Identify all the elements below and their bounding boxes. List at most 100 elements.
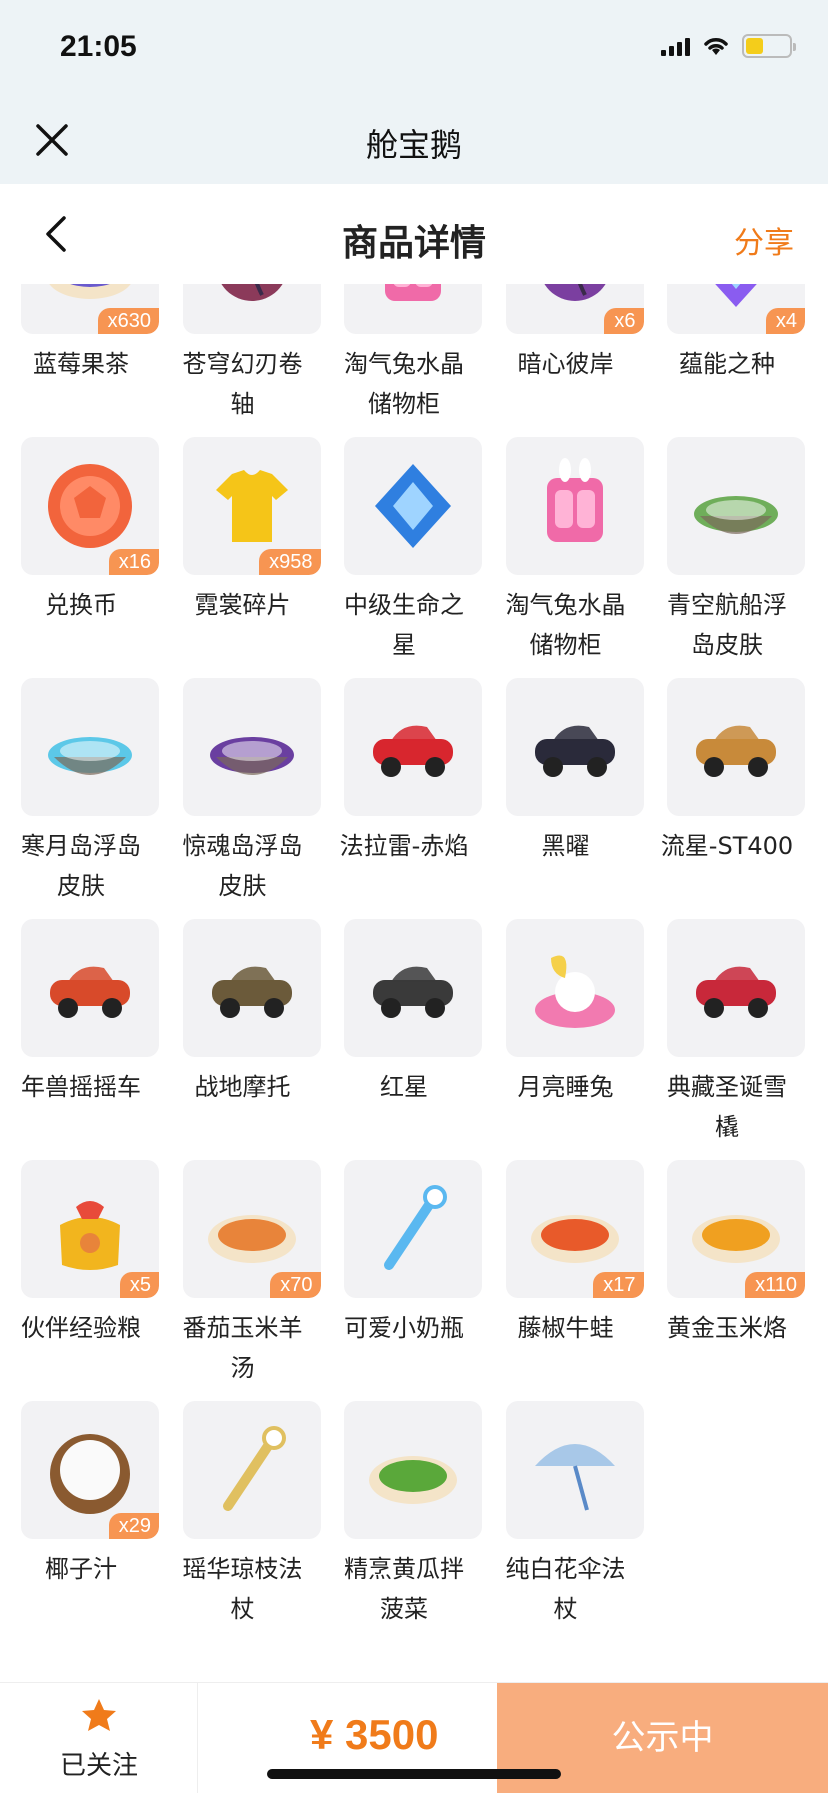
item-name: 兑换币 [45, 591, 117, 619]
corn-cake-icon [692, 1215, 780, 1263]
item-count-badge: x29 [108, 1513, 159, 1539]
share-button[interactable]: 分享 [734, 218, 794, 262]
status-icons [661, 34, 796, 58]
haunted-island-icon [209, 737, 294, 775]
soup-icon [207, 1215, 296, 1263]
item-thumbnail[interactable] [344, 1160, 482, 1298]
item-name: 番茄玉米羊汤 [182, 1314, 303, 1382]
item-name: 法拉雷-赤焰 [339, 832, 469, 860]
wifi-icon [704, 38, 728, 55]
item-thumbnail[interactable] [21, 919, 159, 1057]
coconut-icon [50, 1434, 130, 1514]
item-name: 椰子汁 [45, 1555, 117, 1583]
item-count-badge: x4 [765, 308, 805, 334]
item-name: 藤椒牛蛙 [517, 1314, 614, 1342]
item-name: 苍穹幻刃卷轴 [182, 350, 303, 418]
item-name: 淘气兔水晶储物柜 [505, 591, 626, 659]
star-icon [82, 1699, 116, 1731]
umbrella-staff-icon [534, 1444, 615, 1511]
item-count-badge: x6 [604, 308, 644, 334]
item-thumbnail[interactable]: x70 [182, 1160, 321, 1298]
coin-icon [48, 464, 132, 548]
item-name: 蓝莓果茶 [33, 350, 129, 378]
item-name: 月亮睡兔 [517, 1073, 614, 1101]
item-name: 暗心彼岸 [517, 350, 614, 378]
item-thumbnail[interactable] [344, 437, 482, 575]
battery-icon [742, 34, 796, 58]
red-car-icon [373, 725, 453, 777]
item-thumbnail[interactable] [21, 678, 159, 816]
salad-icon [369, 1456, 457, 1504]
item-thumbnail[interactable] [344, 1401, 482, 1539]
item-thumbnail[interactable] [182, 919, 321, 1057]
status-time: 21:05 [60, 30, 137, 63]
reward-item-grid: x630 蓝莓果茶 苍穹幻刃卷轴 淘气兔水晶储物柜 x6 暗心彼岸 x4 蕴能之种 x16 兑换币… [0, 284, 828, 1682]
motorbike-icon [373, 966, 453, 1018]
item-count-badge: x5 [119, 1272, 159, 1298]
item-count-badge: x630 [97, 308, 159, 334]
follow-label: 已关注 [59, 1751, 138, 1781]
scroll-icon [220, 284, 283, 301]
app-header: 舱宝鹅 [0, 100, 828, 184]
nav-bar: 商品详情 分享 [0, 184, 828, 284]
item-thumbnail[interactable]: x17 [505, 1160, 644, 1298]
item-count-badge: x70 [270, 1272, 321, 1298]
item-name: 蕴能之种 [679, 350, 775, 378]
item-thumbnail[interactable] [667, 437, 805, 575]
cabinet-icon [546, 458, 603, 542]
item-thumbnail[interactable]: x29 [21, 1401, 159, 1539]
item-name: 典藏圣诞雪橇 [667, 1073, 787, 1141]
item-thumbnail[interactable] [505, 437, 644, 575]
item-name: 淘气兔水晶储物柜 [344, 350, 464, 418]
item-thumbnail[interactable] [344, 919, 482, 1057]
item-thumbnail[interactable] [667, 919, 805, 1057]
item-thumbnail[interactable]: x6 [505, 284, 644, 334]
item-name: 纯白花伞法杖 [505, 1555, 626, 1623]
island-skin-icon [694, 496, 778, 534]
item-name: 伙伴经验粮 [21, 1314, 141, 1342]
item-thumbnail[interactable] [182, 678, 321, 816]
item-name: 流星-ST400 [660, 832, 794, 860]
item-thumbnail[interactable] [505, 678, 644, 816]
cabinet-icon [385, 284, 441, 301]
price: ¥ 3500 [310, 1711, 439, 1758]
page-title: 商品详情 [341, 223, 486, 264]
baby-bottle-icon [384, 1185, 447, 1270]
item-name: 寒月岛浮岛皮肤 [21, 832, 141, 900]
item-thumbnail[interactable] [344, 284, 482, 334]
item-thumbnail[interactable]: x110 [667, 1160, 805, 1298]
item-thumbnail[interactable]: x630 [21, 284, 159, 334]
staff-icon [222, 1426, 286, 1511]
item-thumbnail[interactable] [505, 1401, 644, 1539]
item-name: 中级生命之星 [344, 591, 464, 659]
beast-cart-icon [50, 966, 130, 1018]
item-thumbnail[interactable] [667, 678, 805, 816]
item-name: 霓裳碎片 [194, 591, 291, 619]
army-bike-icon [211, 966, 292, 1018]
item-thumbnail[interactable] [505, 919, 644, 1057]
item-name: 红星 [380, 1073, 428, 1101]
item-thumbnail[interactable]: x5 [21, 1160, 159, 1298]
black-car-icon [534, 725, 615, 777]
item-name: 黄金玉米烙 [667, 1314, 787, 1342]
item-thumbnail[interactable] [182, 284, 321, 334]
item-name: 年兽摇摇车 [21, 1073, 141, 1101]
exp-bag-icon [60, 1201, 120, 1270]
ice-island-icon [48, 737, 132, 775]
item-name: 可爱小奶瓶 [344, 1314, 464, 1342]
life-star-icon [375, 464, 451, 548]
item-thumbnail[interactable] [344, 678, 482, 816]
item-thumbnail[interactable]: x16 [21, 437, 159, 575]
sleigh-icon [696, 966, 776, 1018]
item-name: 战地摩托 [194, 1073, 291, 1101]
item-count-badge: x16 [108, 549, 159, 575]
item-thumbnail[interactable] [182, 1401, 321, 1539]
item-name: 精烹黄瓜拌菠菜 [344, 1555, 464, 1623]
item-count-badge: x958 [259, 549, 321, 575]
follow-button[interactable]: 已关注 [0, 1683, 198, 1793]
moon-rabbit-icon [534, 955, 615, 1028]
status-bar: 21:05 [0, 0, 828, 100]
item-name: 瑶华琼枝法杖 [182, 1555, 303, 1623]
item-thumbnail[interactable]: x4 [667, 284, 805, 334]
item-thumbnail[interactable]: x958 [182, 437, 321, 575]
